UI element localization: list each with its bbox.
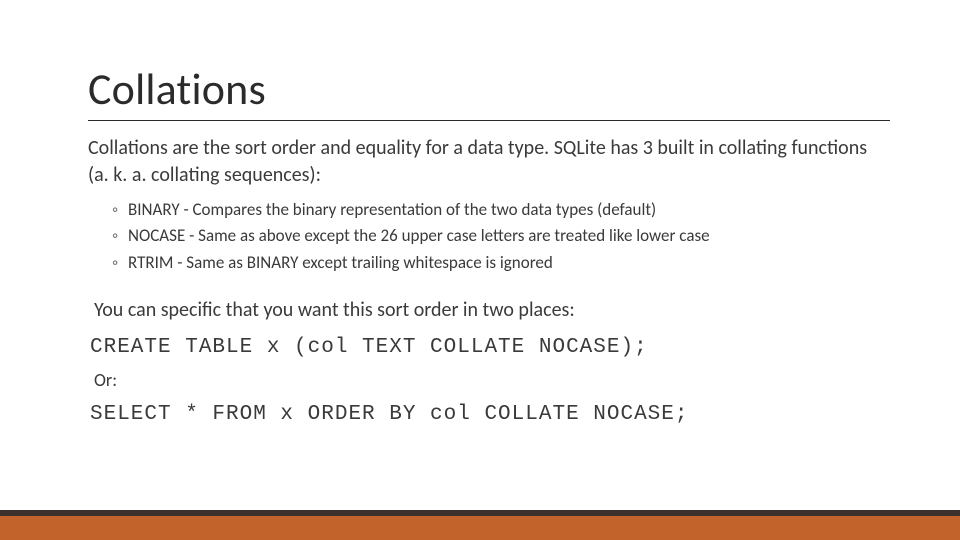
code-create-table: CREATE TABLE x (col TEXT COLLATE NOCASE)… bbox=[90, 336, 890, 359]
footer-bar bbox=[0, 510, 960, 540]
list-item: BINARY - Compares the binary representat… bbox=[112, 197, 890, 223]
slide-content: Collations Collations are the sort order… bbox=[88, 62, 890, 432]
body-line: You can specific that you want this sort… bbox=[94, 298, 890, 322]
bullet-list: BINARY - Compares the binary representat… bbox=[112, 197, 890, 276]
title-rule bbox=[88, 120, 890, 121]
footer-stripe-orange bbox=[0, 516, 960, 540]
list-item: NOCASE - Same as above except the 26 upp… bbox=[112, 223, 890, 249]
slide-title: Collations bbox=[88, 62, 890, 116]
code-select: SELECT * FROM x ORDER BY col COLLATE NOC… bbox=[90, 403, 890, 426]
slide: Collations Collations are the sort order… bbox=[0, 0, 960, 540]
list-item: RTRIM - Same as BINARY except trailing w… bbox=[112, 250, 890, 276]
or-label: Or: bbox=[94, 369, 890, 391]
intro-paragraph: Collations are the sort order and equali… bbox=[88, 135, 890, 189]
